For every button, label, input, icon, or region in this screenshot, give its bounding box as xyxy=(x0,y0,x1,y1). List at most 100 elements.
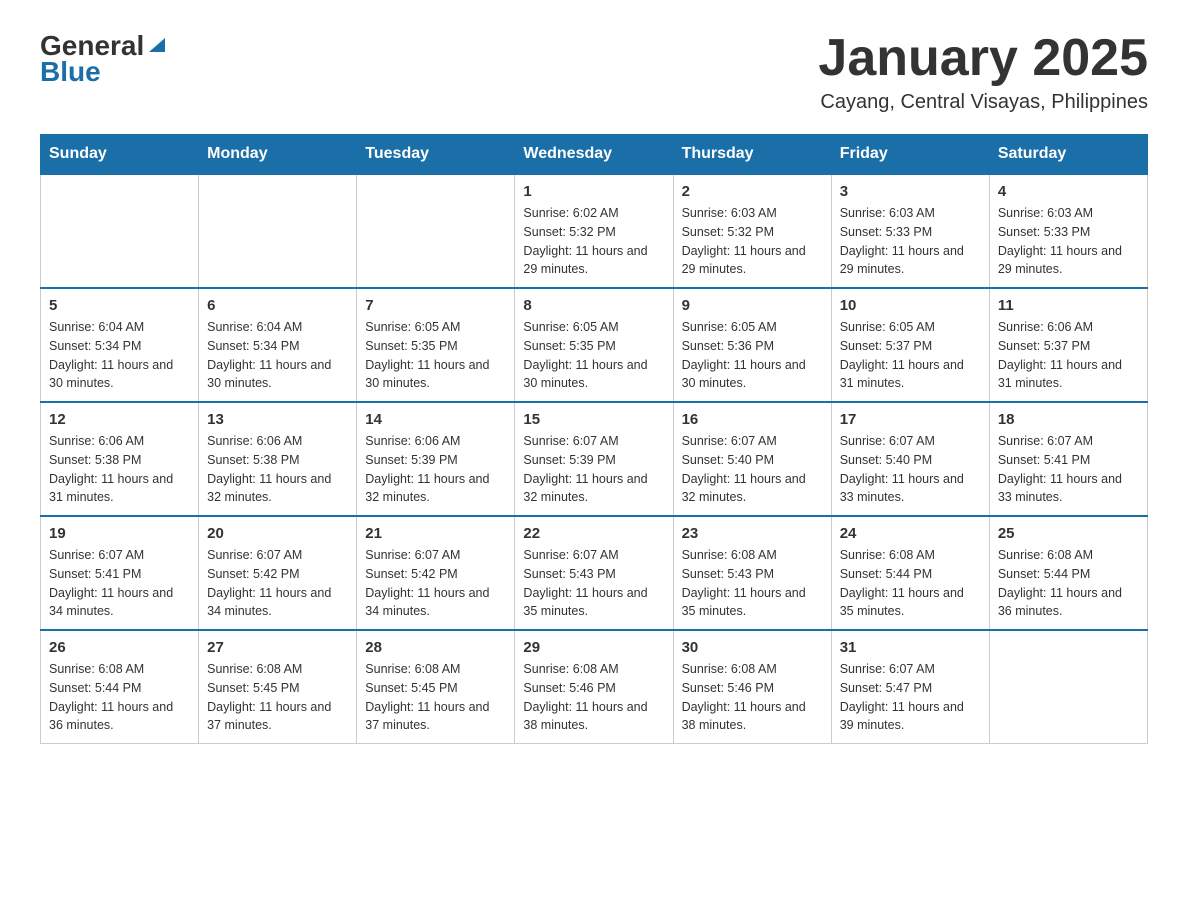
calendar-week-row: 26 Sunrise: 6:08 AMSunset: 5:44 PMDayligh… xyxy=(41,630,1148,744)
day-number: 7 xyxy=(365,297,506,314)
calendar-header-thursday: Thursday xyxy=(673,135,831,175)
calendar-cell: 11 Sunrise: 6:06 AMSunset: 5:37 PMDayligh… xyxy=(989,288,1147,402)
calendar-cell xyxy=(357,174,515,288)
calendar-cell: 25 Sunrise: 6:08 AMSunset: 5:44 PMDayligh… xyxy=(989,516,1147,630)
day-number: 3 xyxy=(840,183,981,200)
calendar-cell: 8Sunrise: 6:05 AMSunset: 5:35 PMDaylight… xyxy=(515,288,673,402)
calendar-week-row: 5 Sunrise: 6:04 AMSunset: 5:34 PMDaylight… xyxy=(41,288,1148,402)
day-info: Sunrise: 6:08 AMSunset: 5:46 PMDaylight:… xyxy=(523,660,664,735)
day-info: Sunrise: 6:06 AMSunset: 5:37 PMDaylight:… xyxy=(998,318,1139,393)
day-info: Sunrise: 6:05 AMSunset: 5:37 PMDaylight:… xyxy=(840,318,981,393)
day-info: Sunrise: 6:07 AMSunset: 5:42 PMDaylight:… xyxy=(365,546,506,621)
calendar-cell: 7 Sunrise: 6:05 AMSunset: 5:35 PMDaylight… xyxy=(357,288,515,402)
day-number: 30 xyxy=(682,639,823,656)
day-info: Sunrise: 6:04 AMSunset: 5:34 PMDaylight:… xyxy=(49,318,190,393)
calendar-cell: 28Sunrise: 6:08 AMSunset: 5:45 PMDayligh… xyxy=(357,630,515,744)
day-number: 27 xyxy=(207,639,348,656)
calendar-cell: 18 Sunrise: 6:07 AMSunset: 5:41 PMDayligh… xyxy=(989,402,1147,516)
day-number: 26 xyxy=(49,639,190,656)
calendar-header-row: SundayMondayTuesdayWednesdayThursdayFrid… xyxy=(41,135,1148,175)
day-info: Sunrise: 6:05 AMSunset: 5:36 PMDaylight:… xyxy=(682,318,823,393)
day-number: 31 xyxy=(840,639,981,656)
day-number: 1 xyxy=(523,183,664,200)
calendar-cell: 15Sunrise: 6:07 AMSunset: 5:39 PMDayligh… xyxy=(515,402,673,516)
calendar-cell xyxy=(199,174,357,288)
day-number: 12 xyxy=(49,411,190,428)
day-number: 20 xyxy=(207,525,348,542)
calendar-cell xyxy=(989,630,1147,744)
calendar-cell: 24 Sunrise: 6:08 AMSunset: 5:44 PMDayligh… xyxy=(831,516,989,630)
calendar-cell: 29Sunrise: 6:08 AMSunset: 5:46 PMDayligh… xyxy=(515,630,673,744)
calendar-header-sunday: Sunday xyxy=(41,135,199,175)
calendar-cell: 22 Sunrise: 6:07 AMSunset: 5:43 PMDayligh… xyxy=(515,516,673,630)
day-info: Sunrise: 6:06 AMSunset: 5:39 PMDaylight:… xyxy=(365,432,506,507)
day-info: Sunrise: 6:03 AMSunset: 5:33 PMDaylight:… xyxy=(840,204,981,279)
day-info: Sunrise: 6:07 AMSunset: 5:43 PMDaylight:… xyxy=(523,546,664,621)
day-info: Sunrise: 6:08 AMSunset: 5:44 PMDaylight:… xyxy=(840,546,981,621)
calendar-header-friday: Friday xyxy=(831,135,989,175)
day-info: Sunrise: 6:07 AMSunset: 5:47 PMDaylight:… xyxy=(840,660,981,735)
calendar-cell: 21 Sunrise: 6:07 AMSunset: 5:42 PMDayligh… xyxy=(357,516,515,630)
logo-triangle-icon xyxy=(147,34,169,56)
day-number: 9 xyxy=(682,297,823,314)
calendar-week-row: 1 Sunrise: 6:02 AMSunset: 5:32 PMDaylight… xyxy=(41,174,1148,288)
calendar-header-wednesday: Wednesday xyxy=(515,135,673,175)
day-info: Sunrise: 6:08 AMSunset: 5:44 PMDaylight:… xyxy=(998,546,1139,621)
day-number: 21 xyxy=(365,525,506,542)
calendar-cell: 23Sunrise: 6:08 AMSunset: 5:43 PMDayligh… xyxy=(673,516,831,630)
day-number: 24 xyxy=(840,525,981,542)
day-number: 10 xyxy=(840,297,981,314)
page-title: January 2025 xyxy=(818,30,1148,87)
calendar-cell: 4Sunrise: 6:03 AMSunset: 5:33 PMDaylight… xyxy=(989,174,1147,288)
title-section: January 2025 Cayang, Central Visayas, Ph… xyxy=(818,30,1148,114)
calendar-cell: 5 Sunrise: 6:04 AMSunset: 5:34 PMDaylight… xyxy=(41,288,199,402)
day-number: 14 xyxy=(365,411,506,428)
calendar-header-tuesday: Tuesday xyxy=(357,135,515,175)
calendar-cell: 20Sunrise: 6:07 AMSunset: 5:42 PMDayligh… xyxy=(199,516,357,630)
day-number: 2 xyxy=(682,183,823,200)
day-number: 6 xyxy=(207,297,348,314)
day-info: Sunrise: 6:06 AMSunset: 5:38 PMDaylight:… xyxy=(49,432,190,507)
day-info: Sunrise: 6:07 AMSunset: 5:40 PMDaylight:… xyxy=(682,432,823,507)
day-number: 19 xyxy=(49,525,190,542)
day-info: Sunrise: 6:07 AMSunset: 5:41 PMDaylight:… xyxy=(49,546,190,621)
calendar-cell: 14 Sunrise: 6:06 AMSunset: 5:39 PMDayligh… xyxy=(357,402,515,516)
day-number: 8 xyxy=(523,297,664,314)
calendar-table: SundayMondayTuesdayWednesdayThursdayFrid… xyxy=(40,134,1148,744)
calendar-cell: 17Sunrise: 6:07 AMSunset: 5:40 PMDayligh… xyxy=(831,402,989,516)
logo: General Blue xyxy=(40,30,169,88)
day-number: 25 xyxy=(998,525,1139,542)
day-number: 5 xyxy=(49,297,190,314)
page-header: General Blue January 2025 Cayang, Centra… xyxy=(40,30,1148,114)
day-number: 11 xyxy=(998,297,1139,314)
day-number: 13 xyxy=(207,411,348,428)
day-number: 16 xyxy=(682,411,823,428)
day-info: Sunrise: 6:06 AMSunset: 5:38 PMDaylight:… xyxy=(207,432,348,507)
day-info: Sunrise: 6:07 AMSunset: 5:41 PMDaylight:… xyxy=(998,432,1139,507)
day-info: Sunrise: 6:08 AMSunset: 5:44 PMDaylight:… xyxy=(49,660,190,735)
day-info: Sunrise: 6:05 AMSunset: 5:35 PMDaylight:… xyxy=(365,318,506,393)
calendar-cell: 6 Sunrise: 6:04 AMSunset: 5:34 PMDaylight… xyxy=(199,288,357,402)
calendar-header-saturday: Saturday xyxy=(989,135,1147,175)
day-info: Sunrise: 6:08 AMSunset: 5:45 PMDaylight:… xyxy=(207,660,348,735)
calendar-cell: 1 Sunrise: 6:02 AMSunset: 5:32 PMDaylight… xyxy=(515,174,673,288)
calendar-week-row: 12 Sunrise: 6:06 AMSunset: 5:38 PMDayligh… xyxy=(41,402,1148,516)
calendar-cell: 19 Sunrise: 6:07 AMSunset: 5:41 PMDayligh… xyxy=(41,516,199,630)
calendar-cell: 3 Sunrise: 6:03 AMSunset: 5:33 PMDaylight… xyxy=(831,174,989,288)
day-number: 28 xyxy=(365,639,506,656)
day-number: 18 xyxy=(998,411,1139,428)
day-info: Sunrise: 6:07 AMSunset: 5:39 PMDaylight:… xyxy=(523,432,664,507)
day-info: Sunrise: 6:04 AMSunset: 5:34 PMDaylight:… xyxy=(207,318,348,393)
day-number: 4 xyxy=(998,183,1139,200)
calendar-cell: 2 Sunrise: 6:03 AMSunset: 5:32 PMDaylight… xyxy=(673,174,831,288)
calendar-cell: 16 Sunrise: 6:07 AMSunset: 5:40 PMDayligh… xyxy=(673,402,831,516)
day-info: Sunrise: 6:03 AMSunset: 5:32 PMDaylight:… xyxy=(682,204,823,279)
day-info: Sunrise: 6:08 AMSunset: 5:46 PMDaylight:… xyxy=(682,660,823,735)
calendar-cell xyxy=(41,174,199,288)
day-number: 22 xyxy=(523,525,664,542)
calendar-cell: 26 Sunrise: 6:08 AMSunset: 5:44 PMDayligh… xyxy=(41,630,199,744)
calendar-cell: 30 Sunrise: 6:08 AMSunset: 5:46 PMDayligh… xyxy=(673,630,831,744)
day-number: 17 xyxy=(840,411,981,428)
logo-text-blue: Blue xyxy=(40,56,101,88)
day-info: Sunrise: 6:02 AMSunset: 5:32 PMDaylight:… xyxy=(523,204,664,279)
